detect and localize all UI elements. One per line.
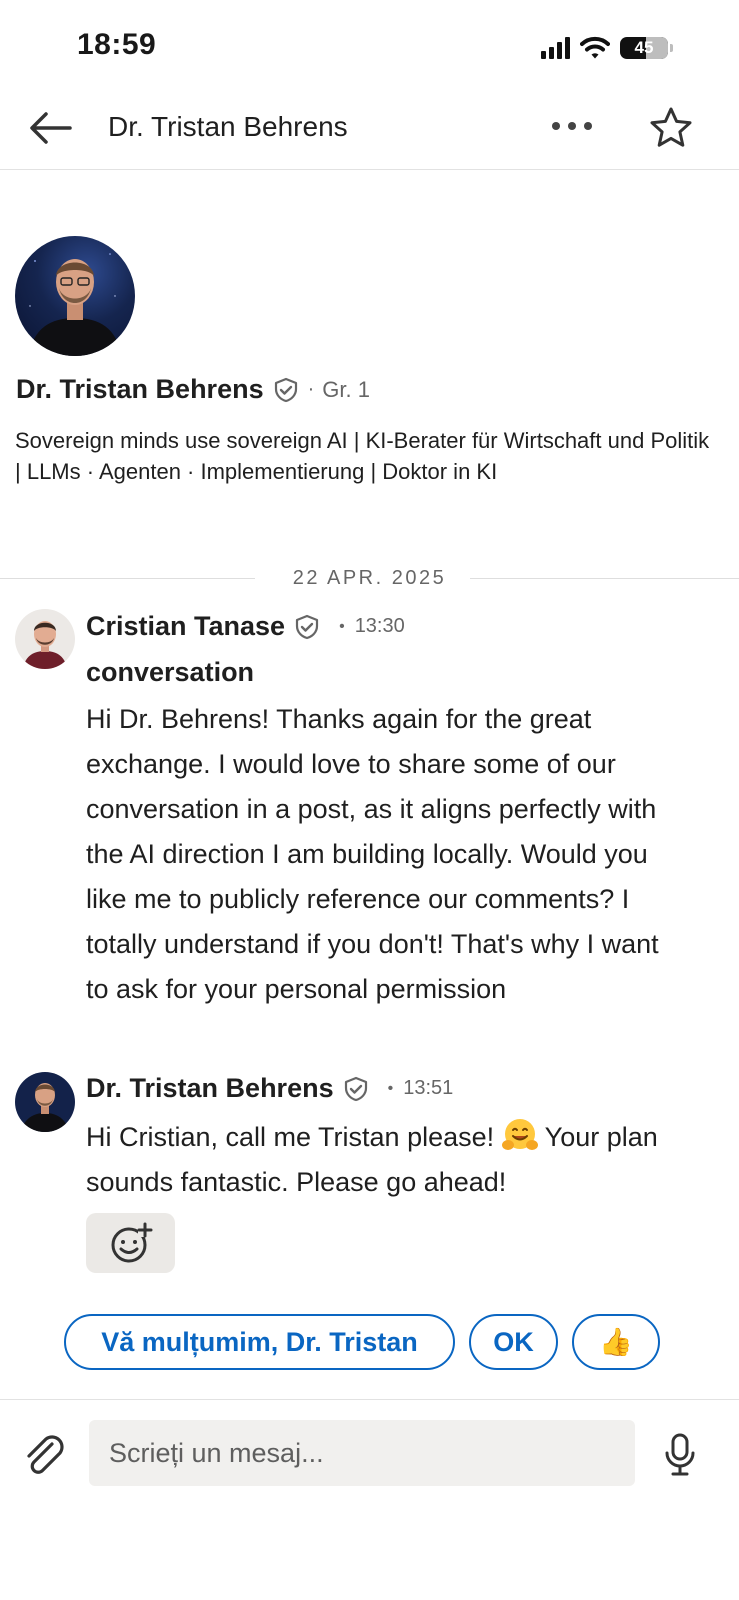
profile-headline: Sovereign minds use sovereign AI | KI-Be… xyxy=(15,428,710,484)
conversation-title[interactable]: Dr. Tristan Behrens xyxy=(108,111,348,143)
wifi-icon xyxy=(580,36,610,59)
verified-shield-icon xyxy=(344,1076,367,1101)
message-sender[interactable]: Cristian Tanase xyxy=(86,611,285,642)
sender-avatar[interactable] xyxy=(15,609,75,669)
quick-reply-thumbs-up[interactable]: 👍 xyxy=(572,1314,660,1370)
add-reaction-button[interactable] xyxy=(86,1213,175,1273)
profile-name-row: Dr. Tristan Behrens · Gr. 1 xyxy=(16,374,370,405)
status-time: 18:59 xyxy=(77,28,157,61)
cellular-signal-icon xyxy=(541,37,570,59)
battery-icon: 45 xyxy=(620,37,668,59)
verified-shield-icon xyxy=(295,614,319,639)
status-icons: 45 xyxy=(541,36,673,60)
add-reaction-icon xyxy=(111,1222,152,1263)
message-body: Hi Cristian, call me Tristan please! You… xyxy=(86,1115,686,1205)
profile-avatar[interactable] xyxy=(15,236,135,356)
profile-name[interactable]: Dr. Tristan Behrens xyxy=(16,374,264,405)
quick-reply-chip[interactable]: OK xyxy=(469,1314,558,1370)
message-time: 13:30 xyxy=(354,615,405,637)
message-body-part: Hi Cristian, call me Tristan please! xyxy=(86,1122,495,1152)
sender-avatar[interactable] xyxy=(15,1072,75,1132)
message-subject: conversation xyxy=(86,657,255,687)
quick-reply-chip[interactable]: Vă mulțumim, Dr. Tristan xyxy=(64,1314,455,1370)
connection-degree: Gr. 1 xyxy=(322,376,370,402)
message-time: 13:51 xyxy=(403,1077,454,1099)
message-input[interactable] xyxy=(89,1420,635,1486)
battery-level: 45 xyxy=(634,38,654,57)
message-sender[interactable]: Dr. Tristan Behrens xyxy=(86,1073,334,1104)
star-icon[interactable] xyxy=(648,105,694,151)
verified-shield-icon xyxy=(274,377,297,402)
paperclip-icon[interactable] xyxy=(22,1432,68,1478)
composer-divider xyxy=(0,1399,739,1400)
message-header: Dr. Tristan Behrens • 13:51 xyxy=(86,1073,454,1104)
hugging-face-emoji-icon xyxy=(501,1119,538,1150)
microphone-icon[interactable] xyxy=(660,1432,700,1478)
message-header: Cristian Tanase • 13:30 xyxy=(86,611,405,642)
message-body: Hi Dr. Behrens! Thanks again for the gre… xyxy=(86,704,659,1004)
more-options-icon[interactable] xyxy=(550,119,594,133)
quick-replies: Vă mulțumim, Dr. Tristan OK 👍 xyxy=(64,1314,660,1370)
date-separator: 22 APR. 2025 xyxy=(292,567,447,589)
back-arrow-icon[interactable] xyxy=(28,110,74,146)
header-divider xyxy=(0,169,739,170)
